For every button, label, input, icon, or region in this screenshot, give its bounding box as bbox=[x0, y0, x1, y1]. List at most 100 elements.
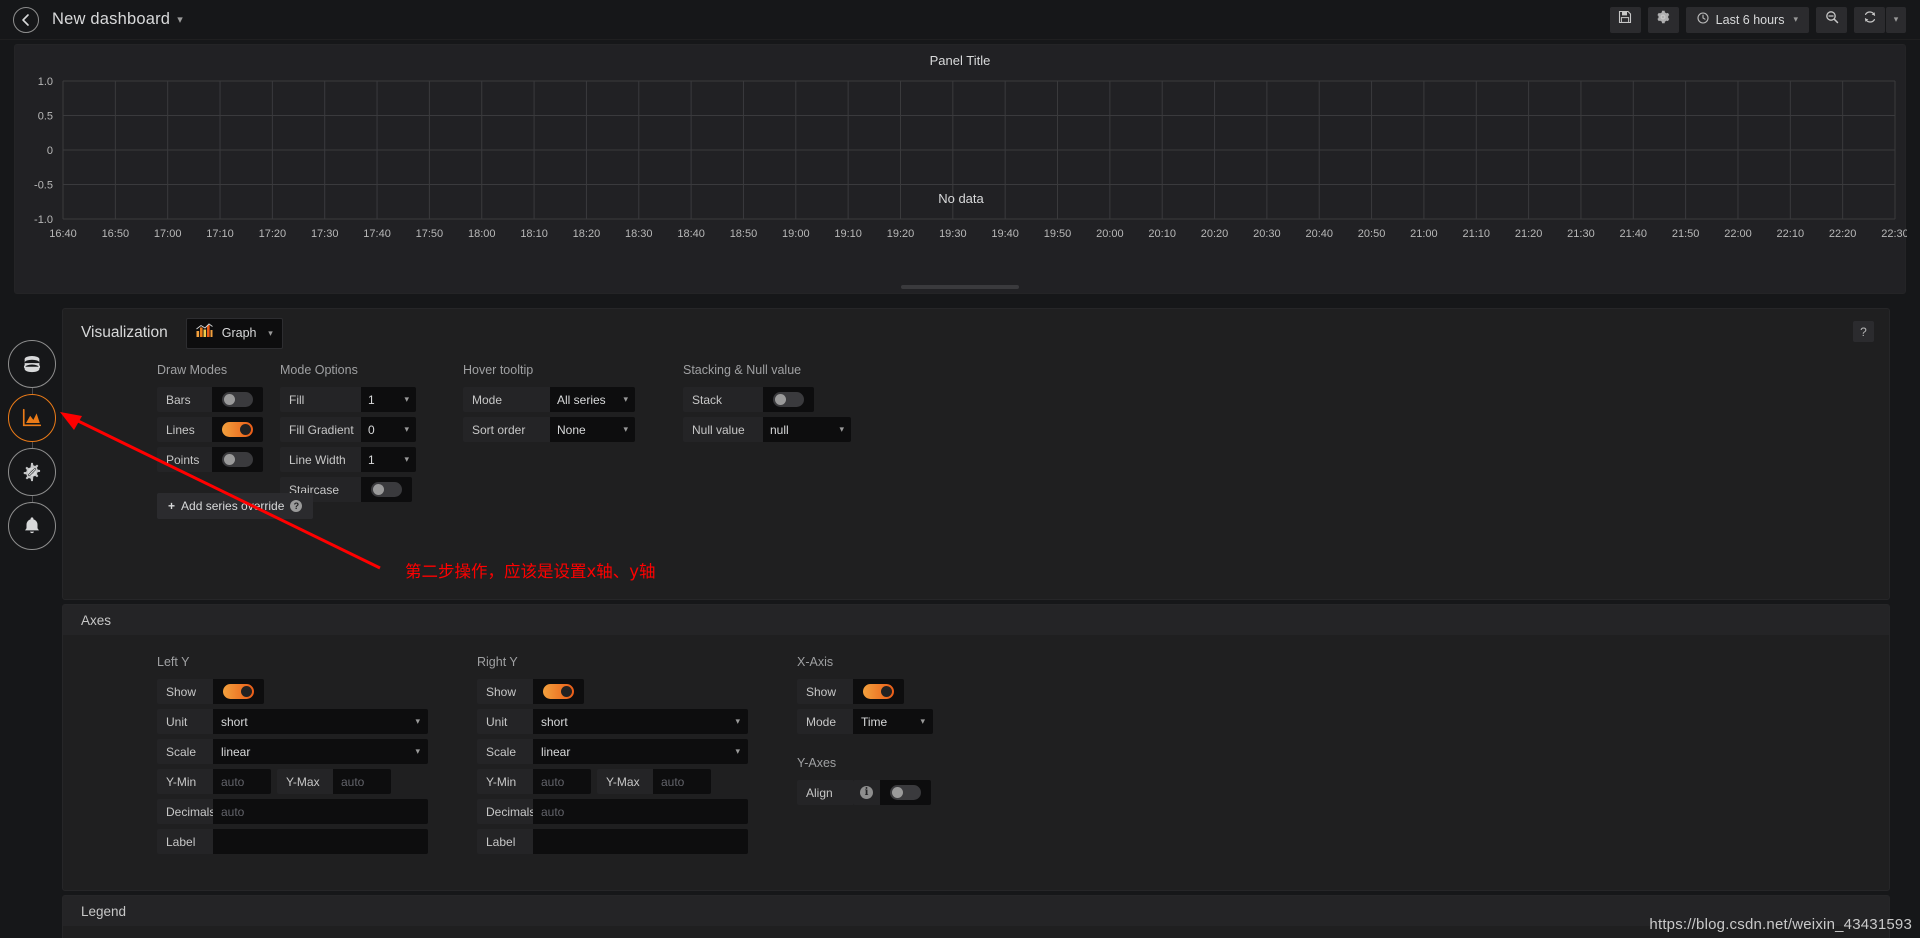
save-dashboard-button[interactable] bbox=[1609, 6, 1641, 33]
refresh-button[interactable] bbox=[1854, 6, 1885, 33]
right-y-scale-label: Scale bbox=[477, 739, 533, 764]
right-y-decimals-input[interactable] bbox=[533, 799, 748, 824]
sidebar-item-general[interactable] bbox=[8, 448, 56, 496]
x-axis-show-toggle[interactable] bbox=[853, 679, 904, 704]
draw-mode-points-toggle[interactable] bbox=[212, 447, 263, 472]
left-y-decimals-input[interactable] bbox=[213, 799, 428, 824]
draw-mode-lines-toggle[interactable] bbox=[212, 417, 263, 442]
svg-text:19:50: 19:50 bbox=[1044, 228, 1072, 240]
right-y-scale-row: Scale linear ▾ bbox=[477, 739, 797, 764]
null-value-row: Null value null ▾ bbox=[683, 417, 903, 442]
dashboard-title-caret[interactable]: ▾ bbox=[177, 13, 183, 26]
add-series-override-button[interactable]: + Add series override ? bbox=[157, 493, 314, 519]
mode-option-line-width-select[interactable]: 1 ▾ bbox=[361, 447, 416, 472]
gear-wrench-icon bbox=[21, 461, 43, 483]
right-y-show-label: Show bbox=[477, 679, 533, 704]
back-button[interactable] bbox=[13, 6, 39, 33]
right-y-show-toggle[interactable] bbox=[533, 679, 584, 704]
hover-mode-select[interactable]: All series ▾ bbox=[550, 387, 635, 412]
left-y-max-input[interactable] bbox=[333, 769, 391, 794]
left-y-scale-select[interactable]: linear ▾ bbox=[213, 739, 428, 764]
svg-text:20:20: 20:20 bbox=[1201, 228, 1229, 240]
right-y-min-label: Y-Min bbox=[477, 769, 533, 794]
plot-area[interactable]: 1.0 0.5 0 -0.5 -1.0 16:40 16:50 17:00 17:10 17:20… bbox=[15, 71, 1907, 271]
sidebar-item-alert[interactable] bbox=[8, 502, 56, 550]
panel-resize-handle[interactable] bbox=[901, 285, 1019, 289]
svg-text:1.0: 1.0 bbox=[38, 76, 53, 88]
mode-option-line-width-row: Line Width 1 ▾ bbox=[280, 447, 463, 472]
draw-mode-bars-toggle[interactable] bbox=[212, 387, 263, 412]
chevron-down-icon: ▾ bbox=[623, 424, 628, 434]
toggle-knob bbox=[241, 686, 252, 697]
right-y-unit-select[interactable]: short ▾ bbox=[533, 709, 748, 734]
stack-toggle[interactable] bbox=[763, 387, 814, 412]
left-y-show-label: Show bbox=[157, 679, 213, 704]
left-y-decimals-label: Decimals bbox=[157, 799, 215, 824]
left-y-column: Left Y Show Unit short ▾ Scale linear ▾ … bbox=[157, 655, 477, 859]
time-range-picker[interactable]: Last 6 hours ▾ bbox=[1685, 6, 1809, 33]
right-y-max-label: Y-Max bbox=[597, 769, 653, 794]
chevron-down-icon: ▾ bbox=[268, 327, 273, 338]
mode-option-fill-select[interactable]: 1 ▾ bbox=[361, 387, 416, 412]
sidebar-item-visualization[interactable] bbox=[8, 394, 56, 442]
toggle-knob bbox=[881, 686, 892, 697]
dashboard-settings-button[interactable] bbox=[1647, 6, 1679, 33]
refresh-icon bbox=[1863, 10, 1877, 29]
svg-text:17:20: 17:20 bbox=[259, 228, 287, 240]
x-axis-mode-select[interactable]: Time ▾ bbox=[853, 709, 933, 734]
null-value-value: null bbox=[770, 422, 789, 437]
null-value-select[interactable]: null ▾ bbox=[763, 417, 851, 442]
chevron-down-icon: ▾ bbox=[404, 394, 409, 404]
dashboard-title[interactable]: New dashboard bbox=[52, 10, 170, 29]
chevron-down-icon: ▾ bbox=[415, 746, 420, 756]
right-y-scale-select[interactable]: linear ▾ bbox=[533, 739, 748, 764]
toggle-track bbox=[222, 392, 253, 407]
right-y-max-input[interactable] bbox=[653, 769, 711, 794]
svg-text:-0.5: -0.5 bbox=[34, 180, 53, 192]
right-y-minmax-row: Y-Min Y-Max bbox=[477, 769, 797, 794]
visualization-help-button[interactable]: ? bbox=[1853, 321, 1874, 342]
x-axis-mode-value: Time bbox=[861, 714, 888, 729]
right-y-min-input[interactable] bbox=[533, 769, 591, 794]
left-y-label-row: Label bbox=[157, 829, 477, 854]
left-y-label-label: Label bbox=[157, 829, 213, 854]
add-series-override-label: Add series override bbox=[181, 499, 285, 513]
no-data-message: No data bbox=[938, 191, 984, 206]
svg-text:18:20: 18:20 bbox=[573, 228, 601, 240]
svg-text:19:00: 19:00 bbox=[782, 228, 810, 240]
y-axes-align-info-wrap[interactable]: i bbox=[853, 780, 880, 805]
hover-sort-order-select[interactable]: None ▾ bbox=[550, 417, 635, 442]
y-axes-title: Y-Axes bbox=[797, 756, 837, 770]
mode-option-fill-gradient-select[interactable]: 0 ▾ bbox=[361, 417, 416, 442]
left-y-unit-select[interactable]: short ▾ bbox=[213, 709, 428, 734]
svg-text:18:50: 18:50 bbox=[730, 228, 758, 240]
left-y-show-toggle[interactable] bbox=[213, 679, 264, 704]
sidebar-item-queries[interactable] bbox=[8, 340, 56, 388]
mode-option-fill-value: 1 bbox=[368, 392, 375, 407]
svg-text:18:30: 18:30 bbox=[625, 228, 653, 240]
database-icon bbox=[21, 353, 43, 375]
svg-text:17:30: 17:30 bbox=[311, 228, 339, 240]
y-axes-align-toggle[interactable] bbox=[880, 780, 931, 805]
visualization-type-select[interactable]: Graph ▾ bbox=[185, 317, 283, 349]
svg-text:19:30: 19:30 bbox=[939, 228, 967, 240]
bell-icon bbox=[21, 515, 43, 537]
left-y-min-input[interactable] bbox=[213, 769, 271, 794]
left-y-show-row: Show bbox=[157, 679, 477, 704]
right-y-decimals-label: Decimals bbox=[477, 799, 535, 824]
x-axis-mode-label: Mode bbox=[797, 709, 853, 734]
zoom-out-button[interactable] bbox=[1816, 6, 1847, 33]
null-value-label: Null value bbox=[683, 417, 763, 442]
left-y-scale-row: Scale linear ▾ bbox=[157, 739, 477, 764]
toggle-knob bbox=[373, 484, 384, 495]
visualization-section: Visualization Graph ▾ ? Draw Modes Bars … bbox=[62, 308, 1890, 600]
x-axis-mode-row: Mode Time ▾ bbox=[797, 709, 1097, 734]
refresh-interval-caret[interactable]: ▾ bbox=[1886, 6, 1906, 33]
panel-title[interactable]: Panel Title bbox=[15, 45, 1905, 68]
chevron-down-icon: ▾ bbox=[404, 424, 409, 434]
left-y-label-input[interactable] bbox=[213, 829, 428, 854]
right-y-label-input[interactable] bbox=[533, 829, 748, 854]
left-y-scale-value: linear bbox=[221, 744, 251, 759]
visualization-options-grid: Draw Modes Bars Lines Points Mode Option… bbox=[63, 357, 1889, 507]
mode-option-staircase-toggle[interactable] bbox=[361, 477, 412, 502]
